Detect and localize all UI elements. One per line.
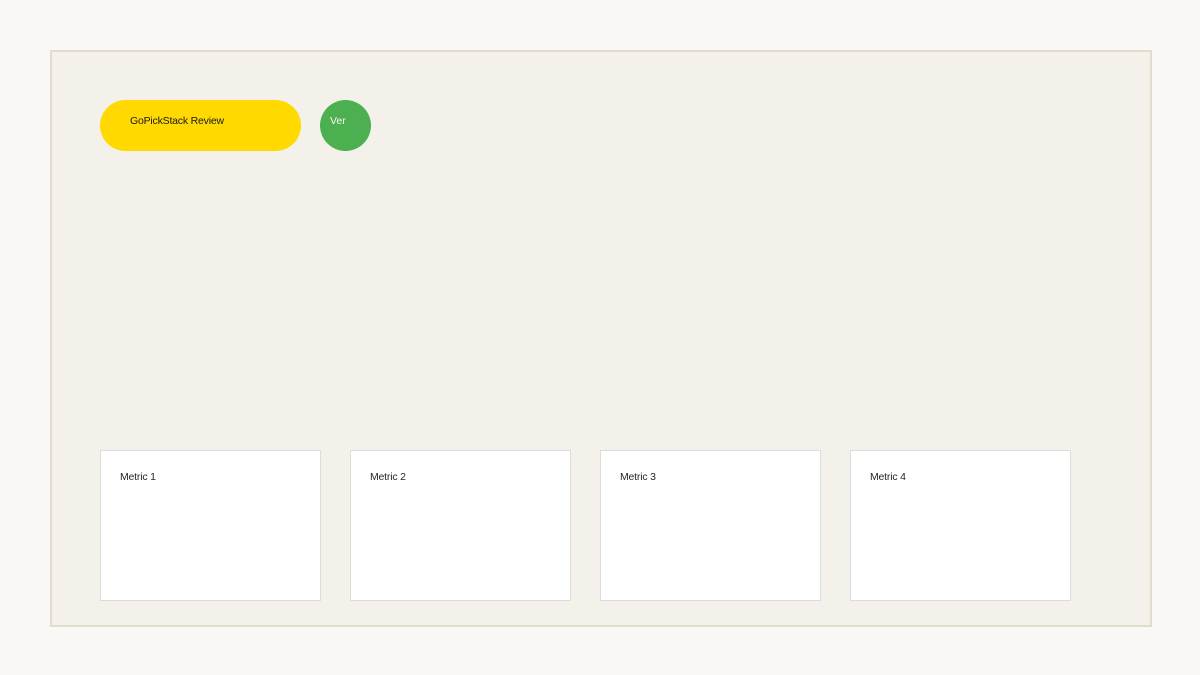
metric-card-label: Metric 1 <box>120 471 156 483</box>
metric-card-label: Metric 2 <box>370 471 406 483</box>
metric-card-2: Metric 2 <box>350 450 571 601</box>
metric-card-label: Metric 4 <box>870 471 906 483</box>
metric-card-label: Metric 3 <box>620 471 656 483</box>
metric-card-3: Metric 3 <box>600 450 821 601</box>
metric-card-1: Metric 1 <box>100 450 321 601</box>
metric-card-4: Metric 4 <box>850 450 1071 601</box>
version-badge[interactable]: Ver <box>320 100 371 151</box>
review-title-pill[interactable]: GoPickStack Review <box>100 100 301 151</box>
